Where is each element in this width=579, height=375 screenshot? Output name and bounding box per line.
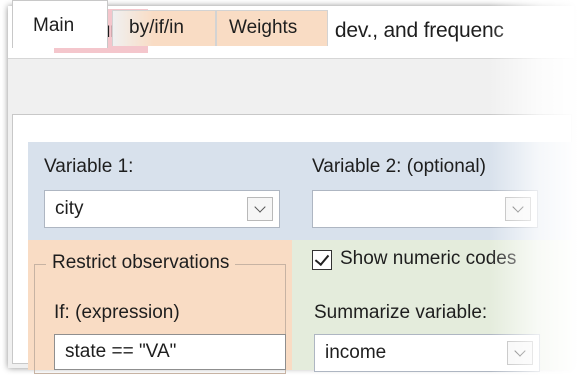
variable1-label: Variable 1: — [44, 156, 134, 177]
summarize-dropdown[interactable]: income — [314, 334, 540, 372]
tab-by-if-in-label: by/if/in — [129, 17, 184, 38]
tab-by-if-in[interactable]: by/if/in — [112, 10, 216, 46]
if-expression-label: If: (expression) — [54, 302, 180, 323]
restrict-group-title: Restrict observations — [46, 252, 236, 274]
show-numeric-codes-checkbox[interactable] — [312, 250, 332, 270]
show-numeric-codes-label: Show numeric codes — [340, 248, 517, 269]
variable1-value: city — [55, 198, 84, 219]
summarize-value: income — [325, 342, 387, 363]
summarize-label: Summarize variable: — [314, 302, 488, 323]
tab-weights[interactable]: Weights — [216, 10, 328, 46]
chevron-down-icon[interactable] — [247, 197, 273, 221]
tab-main[interactable]: Main — [12, 0, 108, 48]
if-expression-value: state == "VA" — [65, 341, 177, 362]
variable1-dropdown[interactable]: city — [44, 190, 280, 228]
chevron-down-icon[interactable] — [505, 197, 531, 221]
tab-main-label: Main — [33, 15, 75, 36]
if-expression-input[interactable]: state == "VA" — [54, 334, 286, 370]
variable2-label: Variable 2: (optional) — [312, 156, 486, 177]
variable2-dropdown[interactable] — [312, 190, 538, 228]
chevron-down-icon[interactable] — [507, 341, 533, 365]
tab-weights-label: Weights — [229, 17, 298, 38]
